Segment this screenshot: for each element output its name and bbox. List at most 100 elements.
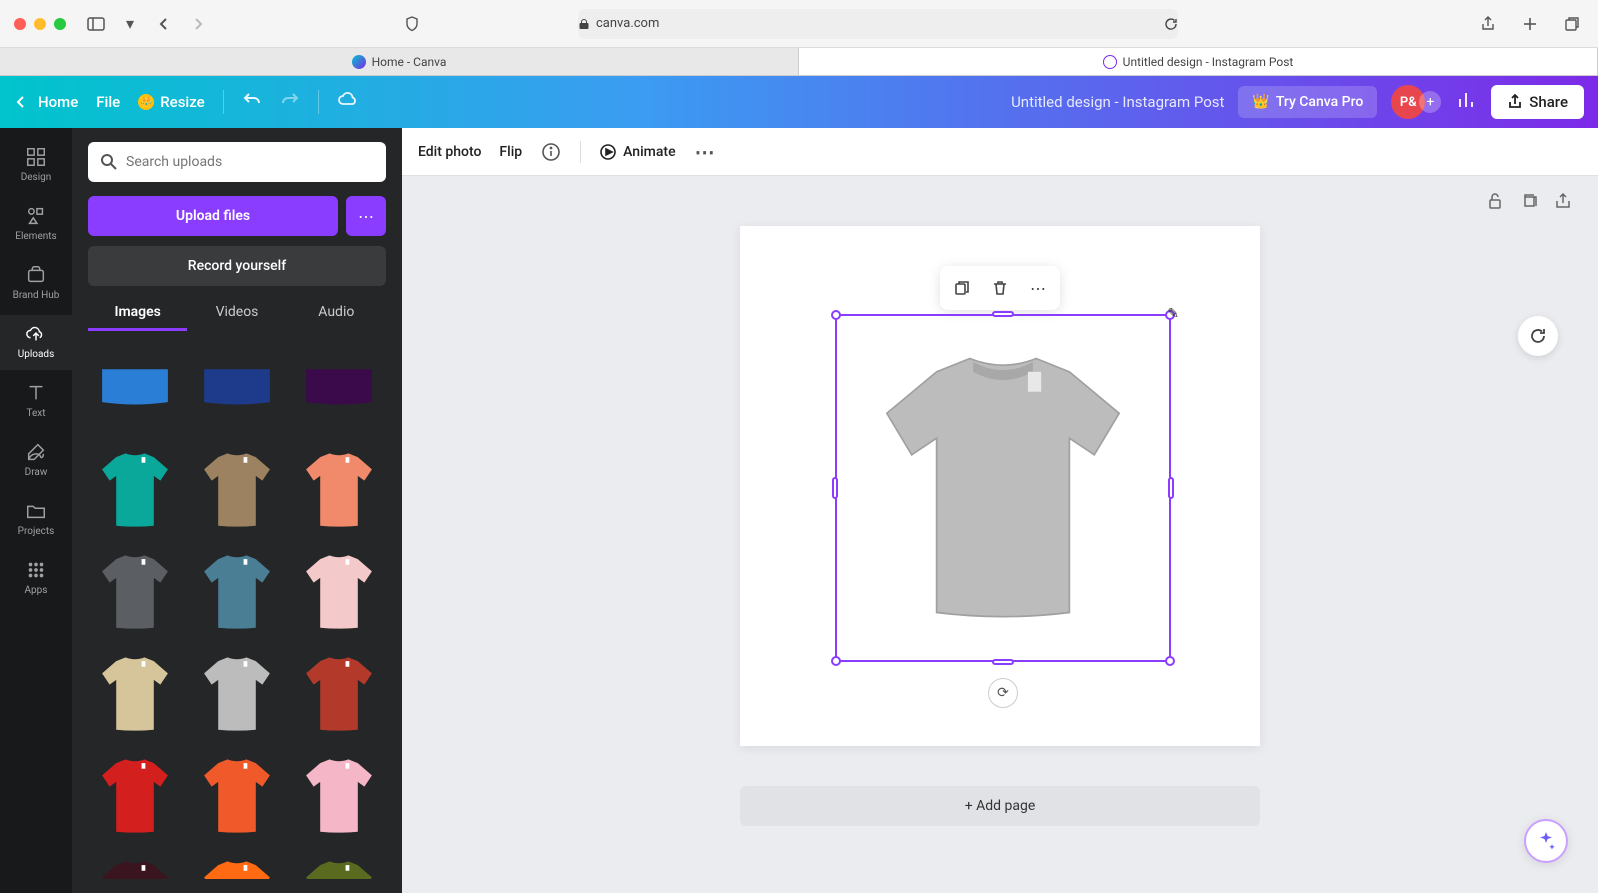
- address-bar[interactable]: canva.com: [578, 9, 1178, 39]
- home-button[interactable]: Home: [14, 93, 78, 111]
- resize-handle-bl[interactable]: [831, 656, 841, 666]
- rail-uploads[interactable]: Uploads: [0, 315, 72, 370]
- crown-icon: 👑: [1252, 94, 1269, 110]
- undo-button[interactable]: [242, 90, 262, 114]
- resize-button[interactable]: 👑 Resize: [138, 93, 204, 111]
- edit-photo-button[interactable]: Edit photo: [418, 144, 481, 160]
- upload-more-button[interactable]: ⋯: [346, 196, 386, 236]
- shield-icon[interactable]: [400, 12, 424, 36]
- rail-draw[interactable]: Draw: [0, 433, 72, 488]
- rail-apps[interactable]: Apps: [0, 551, 72, 606]
- add-collaborator-button[interactable]: +: [1419, 91, 1441, 113]
- upload-thumb[interactable]: [88, 443, 182, 537]
- search-input[interactable]: [126, 154, 374, 170]
- tab-audio[interactable]: Audio: [287, 304, 386, 331]
- try-pro-button[interactable]: 👑 Try Canva Pro: [1238, 86, 1377, 118]
- upload-thumb[interactable]: [292, 545, 386, 639]
- upload-thumb[interactable]: [190, 545, 284, 639]
- resize-label: Resize: [160, 93, 204, 111]
- new-tab-icon[interactable]: [1518, 12, 1542, 36]
- resize-handle-br[interactable]: [1165, 656, 1175, 666]
- resize-handle-left[interactable]: [832, 477, 838, 499]
- resize-handle-bottom[interactable]: [992, 659, 1014, 665]
- rail-brand-hub[interactable]: Brand Hub: [0, 256, 72, 311]
- rail-design[interactable]: Design: [0, 138, 72, 193]
- upload-thumb[interactable]: [88, 545, 182, 639]
- close-window-icon[interactable]: [14, 18, 26, 30]
- design-title[interactable]: Untitled design - Instagram Post: [1011, 93, 1224, 111]
- cloud-sync-icon[interactable]: [337, 89, 359, 115]
- file-label: File: [96, 93, 120, 111]
- upload-thumb[interactable]: [190, 647, 284, 741]
- lock-icon[interactable]: [1486, 192, 1506, 212]
- upload-thumb[interactable]: [190, 749, 284, 843]
- upload-thumb[interactable]: [190, 443, 284, 537]
- chevron-down-icon[interactable]: ▾: [118, 12, 142, 36]
- minimize-window-icon[interactable]: [34, 18, 46, 30]
- share-icon[interactable]: [1476, 12, 1500, 36]
- upload-thumb[interactable]: [88, 749, 182, 843]
- duplicate-page-icon[interactable]: [1520, 192, 1540, 212]
- tab-images[interactable]: Images: [88, 304, 187, 331]
- design-page[interactable]: ⋯: [740, 226, 1260, 746]
- upload-thumb[interactable]: [292, 341, 386, 435]
- upload-thumb[interactable]: [292, 443, 386, 537]
- divider: [580, 141, 581, 163]
- browser-toolbar: ▾ canva.com: [0, 0, 1598, 48]
- info-icon[interactable]: [540, 141, 562, 163]
- search-uploads[interactable]: [88, 142, 386, 182]
- analytics-icon[interactable]: [1455, 89, 1477, 115]
- rail-text[interactable]: Text: [0, 374, 72, 429]
- upload-thumb[interactable]: [292, 647, 386, 741]
- upload-files-button[interactable]: Upload files: [88, 196, 338, 236]
- export-page-icon[interactable]: [1554, 192, 1574, 212]
- delete-element-button[interactable]: [984, 272, 1016, 304]
- upload-thumb[interactable]: [190, 851, 284, 879]
- upload-thumb[interactable]: [292, 749, 386, 843]
- page-actions: [1486, 192, 1574, 212]
- tshirt-image[interactable]: [837, 316, 1169, 660]
- more-element-button[interactable]: ⋯: [1022, 272, 1054, 304]
- reload-icon[interactable]: [1164, 17, 1178, 31]
- magic-button[interactable]: [1524, 819, 1568, 863]
- tab-videos[interactable]: Videos: [187, 304, 286, 331]
- browser-tab-design[interactable]: Untitled design - Instagram Post: [799, 48, 1598, 75]
- rotate-handle[interactable]: ⟳: [988, 678, 1018, 708]
- maximize-window-icon[interactable]: [54, 18, 66, 30]
- resize-handle-right[interactable]: [1168, 477, 1174, 499]
- selected-element[interactable]: ✎ ⟳: [835, 314, 1171, 662]
- share-button[interactable]: Share: [1491, 85, 1584, 119]
- divider: [318, 90, 319, 114]
- rail-label: Uploads: [18, 349, 54, 360]
- add-page-button[interactable]: + Add page: [740, 786, 1260, 826]
- browser-tab-home[interactable]: Home - Canva: [0, 48, 799, 75]
- tab-label: Home - Canva: [372, 55, 447, 69]
- uploads-grid: [88, 341, 386, 879]
- upload-thumb[interactable]: [88, 647, 182, 741]
- duplicate-element-button[interactable]: [946, 272, 978, 304]
- canvas-area: Edit photo Flip Animate ⋯: [402, 128, 1598, 893]
- more-icon[interactable]: ⋯: [694, 141, 716, 163]
- file-menu[interactable]: File: [96, 93, 120, 111]
- tabs-icon[interactable]: [1560, 12, 1584, 36]
- canva-favicon-icon: [352, 55, 366, 69]
- forward-button: [186, 12, 210, 36]
- resize-handle-top[interactable]: [992, 311, 1014, 317]
- back-button[interactable]: [152, 12, 176, 36]
- redo-button[interactable]: [280, 90, 300, 114]
- upload-thumb[interactable]: [88, 341, 182, 435]
- flip-button[interactable]: Flip: [499, 144, 522, 160]
- record-yourself-button[interactable]: Record yourself: [88, 246, 386, 286]
- upload-thumb[interactable]: [88, 851, 182, 879]
- animate-icon: [599, 143, 617, 161]
- upload-thumb[interactable]: [292, 851, 386, 879]
- sidebar-toggle-icon[interactable]: [84, 12, 108, 36]
- rail-projects[interactable]: Projects: [0, 492, 72, 547]
- resize-handle-tl[interactable]: [831, 310, 841, 320]
- rail-label: Design: [21, 172, 52, 183]
- rail-elements[interactable]: Elements: [0, 197, 72, 252]
- share-label: Share: [1529, 93, 1568, 111]
- upload-thumb[interactable]: [190, 341, 284, 435]
- regenerate-button[interactable]: [1518, 316, 1558, 356]
- animate-button[interactable]: Animate: [599, 143, 675, 161]
